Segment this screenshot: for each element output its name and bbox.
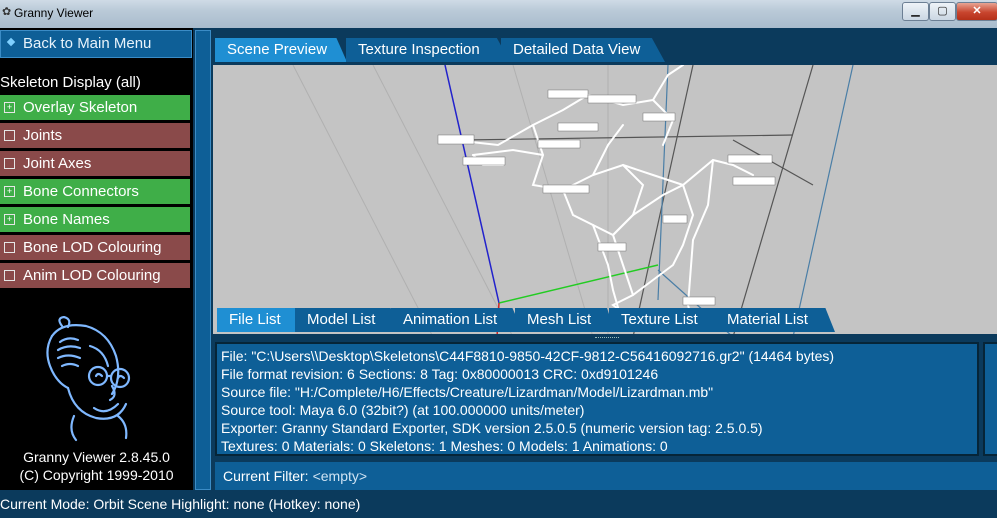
option-label: Joint Axes [23,155,92,172]
file-format-line: File format revision: 6 Sections: 8 Tag:… [221,366,659,382]
checkbox-empty-icon [4,269,15,281]
section-title: Skeleton Display (all) [0,74,141,91]
main-area: Scene Preview Texture Inspection Detaile… [213,30,997,490]
minimize-button[interactable]: ▁ [902,2,929,21]
tab-texture-list[interactable]: Texture List [609,308,727,332]
tab-model-list[interactable]: Model List [295,308,399,332]
version-label: Granny Viewer 2.8.45.0 [23,449,170,465]
back-to-main-menu-button[interactable]: Back to Main Menu [0,30,192,58]
file-path-line: File: "C:\Users\\Desktop\Skeletons\C44F8… [221,348,835,364]
checkbox-checked-icon: + [4,213,15,225]
option-joint-axes[interactable]: Joint Axes [0,151,190,177]
back-button-label: Back to Main Menu [23,35,152,52]
tab-detailed-data-view[interactable]: Detailed Data View [501,38,665,62]
skeleton-scene[interactable] [213,65,997,337]
option-overlay-skeleton[interactable]: + Overlay Skeleton [0,95,190,121]
counts-line: Textures: 0 Materials: 0 Skeletons: 1 Me… [221,438,668,454]
window-title-bar: ✿ Granny Viewer ▁ ▢ ✕ [0,0,997,28]
option-bone-lod-colouring[interactable]: Bone LOD Colouring [0,235,190,261]
checkbox-empty-icon [4,129,15,141]
checkbox-checked-icon: + [4,185,15,197]
tab-mesh-list[interactable]: Mesh List [515,308,615,332]
window-title: Granny Viewer [14,6,94,20]
source-tool-line: Source tool: Maya 6.0 (32bit?) (at 100.0… [221,402,585,418]
status-bar: Current Mode: Orbit Scene Highlight: non… [0,490,997,516]
maximize-button[interactable]: ▢ [929,2,956,21]
tab-material-list[interactable]: Material List [715,308,835,332]
option-joints[interactable]: Joints [0,123,190,149]
option-label: Joints [23,127,63,144]
option-bone-names[interactable]: + Bone Names [0,207,190,233]
option-label: Anim LOD Colouring [23,267,161,284]
close-button[interactable]: ✕ [956,2,997,21]
option-anim-lod-colouring[interactable]: Anim LOD Colouring [0,263,190,289]
option-bone-connectors[interactable]: + Bone Connectors [0,179,190,205]
resize-strip[interactable] [213,334,997,343]
info-scrollbar[interactable] [983,342,997,456]
file-info-panel: File: "C:\Users\\Desktop\Skeletons\C44F8… [215,342,979,456]
filter-value: <empty> [312,468,368,484]
tab-scene-preview[interactable]: Scene Preview [215,38,347,62]
option-label: Bone LOD Colouring [23,239,162,256]
checkbox-checked-icon: + [4,101,15,113]
tab-animation-list[interactable]: Animation List [391,308,523,332]
option-label: Overlay Skeleton [23,99,138,116]
app-icon: ✿ [2,6,12,18]
tab-file-list[interactable]: File List [217,308,307,332]
scene-viewport[interactable] [213,65,997,337]
tab-texture-inspection[interactable]: Texture Inspection [346,38,510,62]
panel-splitter[interactable] [195,30,211,490]
copyright-label: (C) Copyright 1999-2010 [19,467,174,483]
diamond-icon [6,37,16,47]
option-label: Bone Connectors [23,183,139,200]
checkbox-empty-icon [4,241,15,253]
filter-label: Current Filter: [223,468,309,484]
option-label: Bone Names [23,211,110,228]
exporter-line: Exporter: Granny Standard Exporter, SDK … [221,420,763,436]
current-filter-bar[interactable]: Current Filter: <empty> [215,462,997,490]
source-file-line: Source file: "H:/Complete/H6/Effects/Cre… [221,384,714,400]
granny-mascot-logo [46,316,131,442]
checkbox-empty-icon [4,157,15,169]
left-panel: Back to Main Menu Skeleton Display (all)… [0,28,193,490]
